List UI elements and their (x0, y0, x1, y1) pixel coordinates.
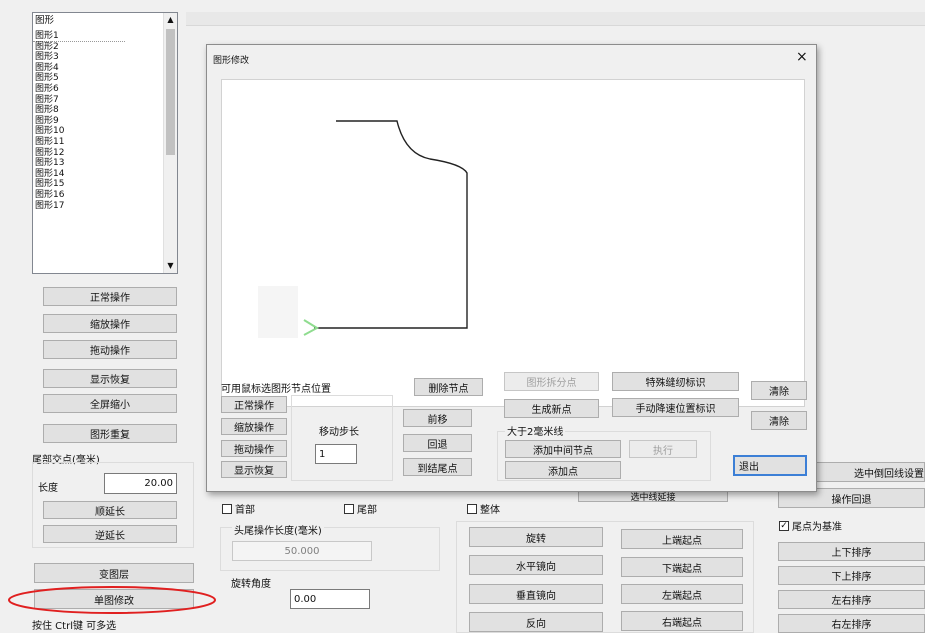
close-icon[interactable]: × (796, 49, 808, 65)
dialog-title: 图形修改 (213, 56, 250, 66)
rotate-button[interactable]: 旋转 (469, 527, 603, 547)
shape-path (258, 120, 468, 338)
whole-checkbox[interactable]: 整体 (467, 501, 500, 516)
list-item[interactable]: 图形7 (33, 95, 177, 106)
v-mirror-button[interactable]: 垂直镜向 (469, 584, 603, 604)
list-item[interactable]: 图形17 (33, 201, 177, 212)
list-item[interactable]: 图形6 (33, 84, 177, 95)
top-panel (186, 12, 925, 26)
list-item[interactable]: 图形14 (33, 169, 177, 180)
zoom-op-button[interactable]: 缩放操作 (43, 314, 177, 333)
dlg-drag-op-button[interactable]: 拖动操作 (221, 440, 287, 457)
sort-bottom-top-button[interactable]: 下上排序 (778, 566, 925, 585)
down-start-button[interactable]: 下端起点 (621, 557, 743, 577)
rotate-angle-input[interactable]: 0.00 (290, 589, 370, 609)
left-start-button[interactable]: 左端起点 (621, 584, 743, 604)
check-mark-icon: ✓ (779, 520, 789, 531)
right-start-button[interactable]: 右端起点 (621, 611, 743, 631)
list-item[interactable]: 图形12 (33, 148, 177, 159)
restore-view-button[interactable]: 显示恢复 (43, 369, 177, 388)
fullscreen-shrink-button[interactable]: 全屏缩小 (43, 394, 177, 413)
list-items: 图形1 图形2 图形3 图形4 图形5 图形6 图形7 图形8 图形9 图形10 图形11 图形12 图… (33, 31, 177, 211)
sort-top-bottom-button[interactable]: 上下排序 (778, 542, 925, 561)
scroll-down-arrow-icon[interactable]: ▼ (164, 259, 177, 273)
list-item[interactable]: 图形9 (33, 116, 177, 127)
clear-button-1[interactable]: 清除 (751, 381, 807, 400)
list-item[interactable]: 图形1 (33, 31, 125, 42)
head-length-label: 头尾操作长度(毫米) (232, 522, 324, 537)
sort-left-right-button[interactable]: 左右排序 (778, 590, 925, 609)
execute-button[interactable]: 执行 (629, 440, 697, 458)
special-sew-mark-button[interactable]: 特殊缝纫标识 (612, 372, 739, 391)
change-layer-button[interactable]: 变图层 (34, 563, 194, 583)
reverse-button[interactable]: 反向 (469, 612, 603, 632)
split-point-button[interactable]: 图形拆分点 (504, 372, 599, 391)
clear-button-2[interactable]: 清除 (751, 411, 807, 430)
list-item[interactable]: 图形16 (33, 190, 177, 201)
list-item[interactable]: 图形5 (33, 73, 177, 84)
exit-button[interactable]: 退出 (733, 455, 807, 476)
list-item[interactable]: 图形15 (33, 179, 177, 190)
head-checkbox[interactable]: 首部 (222, 501, 255, 516)
step-label: 移动步长 (319, 427, 359, 438)
add-mid-node-button[interactable]: 添加中间节点 (505, 440, 621, 458)
list-item[interactable]: 图形13 (33, 158, 177, 169)
manual-slowdown-mark-button[interactable]: 手动降速位置标识 (612, 398, 739, 417)
dlg-zoom-op-button[interactable]: 缩放操作 (221, 418, 287, 435)
checkbox-icon (467, 503, 477, 514)
head-checkbox-label: 首部 (235, 505, 255, 516)
normal-op-button[interactable]: 正常操作 (43, 287, 177, 306)
list-item[interactable]: 图形8 (33, 105, 177, 116)
shape-repeat-button[interactable]: 图形重复 (43, 424, 177, 443)
multi-select-hint: 按住 Ctrl键 可多选 (32, 621, 117, 632)
list-item[interactable]: 图形2 (33, 42, 177, 53)
to-end-button[interactable]: 到结尾点 (403, 458, 472, 476)
delete-node-button[interactable]: 删除节点 (414, 378, 483, 396)
angle-label: 旋转角度 (231, 579, 271, 590)
list-scrollbar[interactable]: ▲ ▼ (163, 13, 177, 273)
tail-base-label: 尾点为基准 (792, 522, 842, 533)
length-label: 长度 (38, 483, 58, 494)
node-hint-label: 可用鼠标选图形节点位置 (221, 384, 331, 395)
tail-length-input[interactable]: 20.00 (104, 473, 177, 494)
red-highlight-ellipse (8, 586, 216, 614)
drag-op-button[interactable]: 拖动操作 (43, 340, 177, 359)
whole-checkbox-label: 整体 (480, 505, 500, 516)
scroll-thumb[interactable] (166, 29, 175, 155)
move-forward-button[interactable]: 前移 (403, 409, 472, 427)
sort-right-left-button[interactable]: 右左排序 (778, 614, 925, 633)
head-length-input[interactable]: 50.000 (232, 541, 372, 561)
list-item[interactable]: 图形10 (33, 126, 177, 137)
tail-base-checkbox[interactable]: ✓ 尾点为基准 (779, 518, 842, 533)
dlg-normal-op-button[interactable]: 正常操作 (221, 396, 287, 413)
step-input[interactable]: 1 (315, 444, 357, 464)
extend-reverse-button[interactable]: 逆延长 (43, 525, 177, 543)
step-group (291, 395, 393, 481)
scroll-up-arrow-icon[interactable]: ▲ (164, 13, 177, 27)
list-item[interactable]: 图形4 (33, 63, 177, 74)
checkbox-icon (344, 503, 354, 514)
tail-checkbox-label: 尾部 (357, 505, 377, 516)
tail-checkbox[interactable]: 尾部 (344, 501, 377, 516)
list-item[interactable]: 图形11 (33, 137, 177, 148)
move-back-button[interactable]: 回退 (403, 434, 472, 452)
up-start-button[interactable]: 上端起点 (621, 529, 743, 549)
list-item[interactable]: 图形3 (33, 52, 177, 63)
h-mirror-button[interactable]: 水平镜向 (469, 555, 603, 575)
gt2-label: 大于2毫米线 (505, 423, 566, 438)
shape-canvas[interactable] (221, 79, 805, 407)
new-point-button[interactable]: 生成新点 (504, 399, 599, 418)
checkbox-icon (222, 503, 232, 514)
shape-list[interactable]: 图形 图形1 图形2 图形3 图形4 图形5 图形6 图形7 图形8 图形9 图形10 图形11 图形… (32, 12, 178, 274)
dlg-restore-view-button[interactable]: 显示恢复 (221, 461, 287, 478)
shape-edit-dialog: 图形修改 × 可用鼠标选图形节点位置 正常操作 缩放操作 拖动操作 显示恢复 移… (206, 44, 817, 492)
list-header: 图形 (35, 15, 55, 26)
add-point-button[interactable]: 添加点 (505, 461, 621, 479)
extend-forward-button[interactable]: 顺延长 (43, 501, 177, 519)
